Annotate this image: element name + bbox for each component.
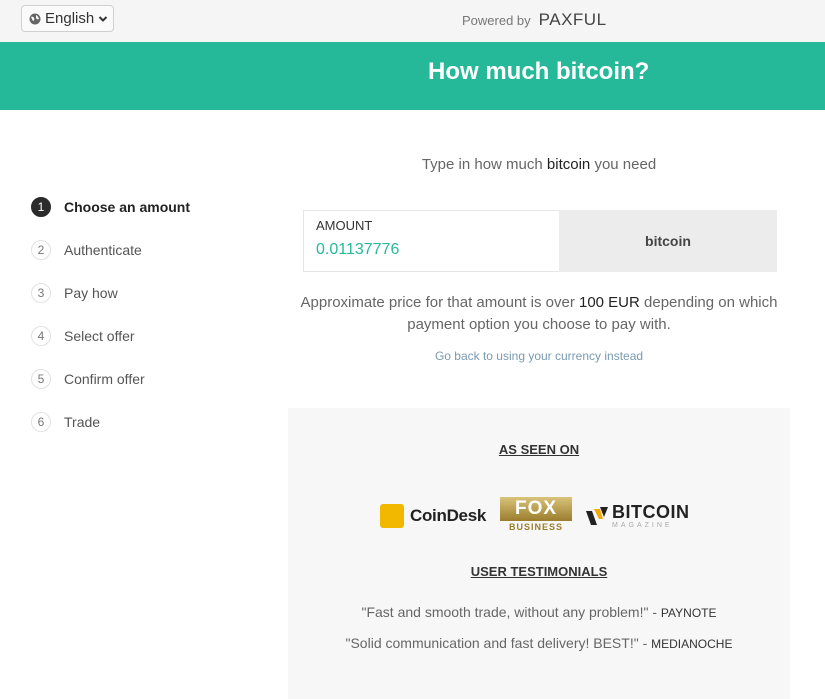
instruction-post: you need — [594, 156, 657, 173]
testimonial-quote: "Solid communication and fast delivery! … — [345, 635, 639, 651]
step-number: 1 — [31, 196, 51, 217]
step-authenticate: 2 Authenticate — [31, 228, 190, 271]
testimonial-author: MEDIANOCHE — [651, 637, 733, 651]
approx-price-text: Approximate price for that amount is ove… — [288, 292, 790, 336]
testimonials-title: USER TESTIMONIALS — [470, 564, 608, 579]
step-pay-how: 3 Pay how — [31, 271, 190, 314]
fox-wordmark: FOX — [500, 497, 573, 521]
unit-label: bitcoin — [559, 210, 777, 272]
coindesk-icon — [380, 504, 404, 528]
step-label: Select offer — [64, 327, 135, 344]
language-select[interactable]: English — [21, 5, 114, 32]
step-label: Authenticate — [64, 241, 142, 258]
social-proof-panel: AS SEEN ON CoinDesk FOX BUSINESS BITCOIN… — [288, 408, 790, 699]
bitcoin-wordmark: BITCOIN — [612, 501, 690, 522]
powered-by-text: Powered by — [462, 12, 531, 28]
business-wordmark: BUSINESS — [509, 522, 564, 532]
bitcoin-magazine-logo: BITCOIN MAGAZINE — [586, 503, 690, 530]
step-confirm-offer: 5 Confirm offer — [31, 357, 190, 400]
page-header: How much bitcoin? — [0, 42, 825, 110]
go-back-link[interactable]: Go back to using your currency instead — [288, 349, 790, 363]
top-bar: English Powered by PAXFUL — [0, 0, 825, 42]
amount-input[interactable]: 0.01137776 — [316, 241, 399, 259]
step-label: Confirm offer — [64, 370, 145, 387]
media-logos: CoinDesk FOX BUSINESS BITCOIN MAGAZINE — [380, 496, 690, 536]
instruction-text: Type in how much bitcoin you need — [288, 156, 790, 173]
progress-steps: 1 Choose an amount 2 Authenticate 3 Pay … — [31, 185, 190, 443]
language-label: English — [45, 10, 95, 27]
step-number: 5 — [31, 368, 51, 389]
coindesk-wordmark: CoinDesk — [410, 506, 487, 525]
testimonial-author: PAYNOTE — [660, 606, 717, 620]
fox-business-logo: FOX BUSINESS — [500, 497, 573, 535]
paxful-logo[interactable]: PAXFUL — [539, 10, 607, 30]
page-title: How much bitcoin? — [428, 58, 650, 85]
testimonial-item: "Solid communication and fast delivery! … — [345, 635, 733, 651]
powered-by: Powered by PAXFUL — [462, 10, 607, 30]
step-number: 2 — [31, 239, 51, 260]
instruction-pre: Type in how much — [421, 156, 543, 173]
bitcoin-magazine-icon — [586, 507, 609, 525]
globe-icon — [29, 13, 41, 24]
step-choose-amount: 1 Choose an amount — [31, 185, 190, 228]
step-select-offer: 4 Select offer — [31, 314, 190, 357]
coindesk-logo: CoinDesk — [380, 504, 486, 528]
step-number: 6 — [31, 411, 51, 432]
testimonial-quote: "Fast and smooth trade, without any prob… — [361, 604, 649, 620]
amount-field[interactable]: AMOUNT 0.01137776 bitcoin — [303, 210, 777, 272]
testimonial-item: "Fast and smooth trade, without any prob… — [361, 604, 717, 620]
chevron-down-icon — [98, 15, 108, 22]
step-number: 4 — [31, 325, 51, 346]
magazine-wordmark: MAGAZINE — [612, 521, 673, 529]
approx-pre: Approximate price for that amount is ove… — [300, 294, 575, 311]
instruction-currency: bitcoin — [546, 156, 591, 173]
step-label: Choose an amount — [64, 198, 191, 215]
step-label: Trade — [64, 413, 101, 430]
approx-amount: 100 EUR — [578, 294, 640, 311]
step-number: 3 — [31, 282, 51, 303]
as-seen-on-title: AS SEEN ON — [498, 442, 580, 457]
step-trade: 6 Trade — [31, 400, 190, 443]
amount-label: AMOUNT — [316, 218, 373, 233]
step-label: Pay how — [64, 284, 118, 301]
